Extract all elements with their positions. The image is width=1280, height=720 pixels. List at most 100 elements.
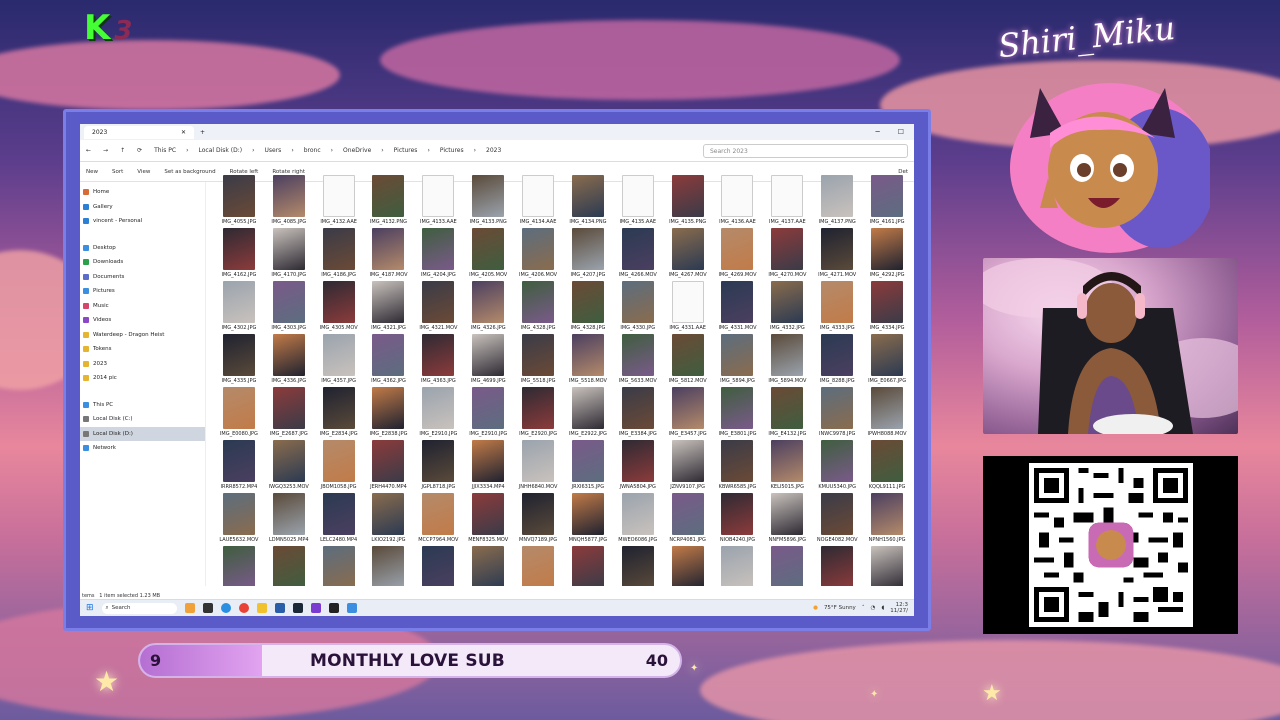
file-item[interactable]: IMG_4331.AAE [665,278,711,331]
file-item[interactable]: JERH4470.MP4 [366,437,412,490]
toolbar-button[interactable]: New [86,169,98,175]
file-item[interactable]: IMG_8288.JPG [814,331,860,384]
file-item[interactable]: IMG_4270.MOV [764,225,810,278]
file-item[interactable]: NPNH1560.JPG [864,490,910,543]
file-item[interactable]: IMG_4321.JPG [366,278,412,331]
file-item[interactable]: IMG_4135.PNG [665,172,711,225]
file-item[interactable]: IMG_4331.MOV [715,278,761,331]
file-item[interactable]: NOGE4082.MOV [814,490,860,543]
file-item[interactable]: JNHH6840.MOV [515,437,561,490]
chrome-icon[interactable] [238,603,249,613]
file-item[interactable]: NCRP4081.JPG [665,490,711,543]
file-item[interactable]: IMG_4055.JPG [216,172,262,225]
file-item[interactable]: LDMN5025.MP4 [266,490,312,543]
sidebar-item[interactable]: Videos [80,313,205,328]
sidebar-item[interactable]: 2023 [80,357,205,372]
file-item[interactable]: JGPL8718.JPG [415,437,461,490]
file-item[interactable]: IMG_4330.JPG [615,278,661,331]
sidebar-item[interactable]: Pictures [80,284,205,299]
file-item[interactable]: IMG_E2838.JPG [366,384,412,437]
file-item[interactable]: IMG_4207.JPG [565,225,611,278]
qr-code[interactable] [1028,463,1193,627]
file-item[interactable]: IMG_5518.MOV [565,331,611,384]
file-item[interactable]: INWC9978.JPG [814,384,860,437]
file-item[interactable]: KBWR6585.JPG [715,437,761,490]
breadcrumb-item[interactable]: OneDrive [343,147,371,154]
breadcrumb-item[interactable]: bronc [304,147,321,154]
file-item[interactable]: IMG_E2922.JPG [565,384,611,437]
file-item[interactable]: RCWL8191.JPG [864,543,910,586]
file-item[interactable]: IMG_4162.JPG [216,225,262,278]
toolbar-button[interactable]: View [137,169,150,175]
file-item[interactable]: IMG_4303.JPG [266,278,312,331]
file-item[interactable]: IRRR8572.MP4 [216,437,262,490]
file-item[interactable]: IMG_4186.JPG [316,225,362,278]
file-item[interactable]: IMG_E0667.JPG [864,331,910,384]
breadcrumb[interactable]: This PC › Local Disk (D:) › Users › bronc › OneD… [154,147,691,154]
file-item[interactable]: IMG_5894.JPG [715,331,761,384]
sidebar-item[interactable]: Desktop [80,241,205,256]
file-item[interactable]: IMG_E2834.JPG [316,384,362,437]
breadcrumb-item[interactable]: Users [265,147,282,154]
file-item[interactable]: IMG_4132.PNG [366,172,412,225]
file-item[interactable]: IMG_4137.AAE [764,172,810,225]
task-view-icon[interactable] [202,603,213,613]
file-item[interactable]: LELC2480.MP4 [316,490,362,543]
breadcrumb-item[interactable]: Local Disk (D:) [199,147,243,154]
app-icon[interactable] [346,603,357,613]
file-item[interactable]: OUVA2550.JPG [366,543,412,586]
file-item[interactable]: IMG_4292.JPG [864,225,910,278]
file-item[interactable]: JBOM1058.JPG [316,437,362,490]
weather-widget[interactable]: 75°F Sunny [824,605,856,611]
file-item[interactable]: MNVQ7189.JPG [515,490,561,543]
file-item[interactable]: IMG_5633.MOV [615,331,661,384]
file-item[interactable]: QZUL9971.JPG [814,543,860,586]
file-item[interactable]: KQQL9111.JPG [864,437,910,490]
file-item[interactable]: IMG_4271.MOV [814,225,860,278]
file-item[interactable]: IMG_4170.JPG [266,225,312,278]
file-item[interactable]: IMG_4335.JPG [216,331,262,384]
sidebar-item[interactable]: Local Disk (C:) [80,412,205,427]
breadcrumb-item[interactable]: Pictures [394,147,418,154]
file-item[interactable]: IMG_E3457.JPG [665,384,711,437]
file-item[interactable]: MNQH5877.JPG [565,490,611,543]
sidebar-item[interactable]: Music [80,299,205,314]
breadcrumb-item[interactable]: Pictures [440,147,464,154]
maximize-icon[interactable]: ☐ [898,128,904,136]
file-item[interactable]: IPWH8088.MOV [864,384,910,437]
wifi-icon[interactable]: ◔ [871,605,876,611]
file-item[interactable]: IMG_E2687.JPG [266,384,312,437]
file-item[interactable]: OFWU2153.MOV [266,543,312,586]
file-item[interactable]: IMG_4699.JPG [465,331,511,384]
chevron-up-icon[interactable]: ˄ [862,605,865,611]
breadcrumb-item[interactable]: 2023 [486,147,501,154]
minimize-icon[interactable]: ─ [876,128,880,136]
file-item[interactable]: OAVE2240.JPG [216,543,262,586]
file-item[interactable]: IMG_4187.MOV [366,225,412,278]
file-item[interactable]: IMG_E0080.JPG [216,384,262,437]
volume-icon[interactable]: ◖ [881,605,884,611]
file-item[interactable]: IMG_5812.MOV [665,331,711,384]
file-item[interactable]: IMG_4137.PNG [814,172,860,225]
sidebar-item[interactable]: Waterdeep - Dragon Heist [80,328,205,343]
file-item[interactable]: IMG_4206.MOV [515,225,561,278]
file-item[interactable]: QWRZ5447.JPG [764,543,810,586]
file-item[interactable]: JRXI6315.JPG [565,437,611,490]
file-item[interactable]: IMG_4357.JPG [316,331,362,384]
file-item[interactable]: IMG_E2920.JPG [515,384,561,437]
sidebar-item[interactable]: vincent - Personal [80,214,205,229]
taskbar-search[interactable]: ⌕ Search [101,602,177,614]
file-item[interactable]: OHZH8288.MOV [316,543,362,586]
file-item[interactable]: IMG_4328.JPG [565,278,611,331]
refresh-icon[interactable]: ⟳ [137,147,142,154]
file-item[interactable]: IMG_4305.MOV [316,278,362,331]
file-item[interactable]: QFZR9351.MOV [615,543,661,586]
widgets-icon[interactable] [184,603,195,613]
file-item[interactable]: IMG_4133.PNG [465,172,511,225]
sidebar-item[interactable]: Gallery [80,200,205,215]
file-item[interactable]: LAUE5632.MOV [216,490,262,543]
clock[interactable]: 12:3 11/27/ [890,602,908,614]
forward-icon[interactable]: → [103,147,108,154]
sidebar-item[interactable]: Downloads [80,255,205,270]
file-item[interactable]: IMG_4267.MOV [665,225,711,278]
